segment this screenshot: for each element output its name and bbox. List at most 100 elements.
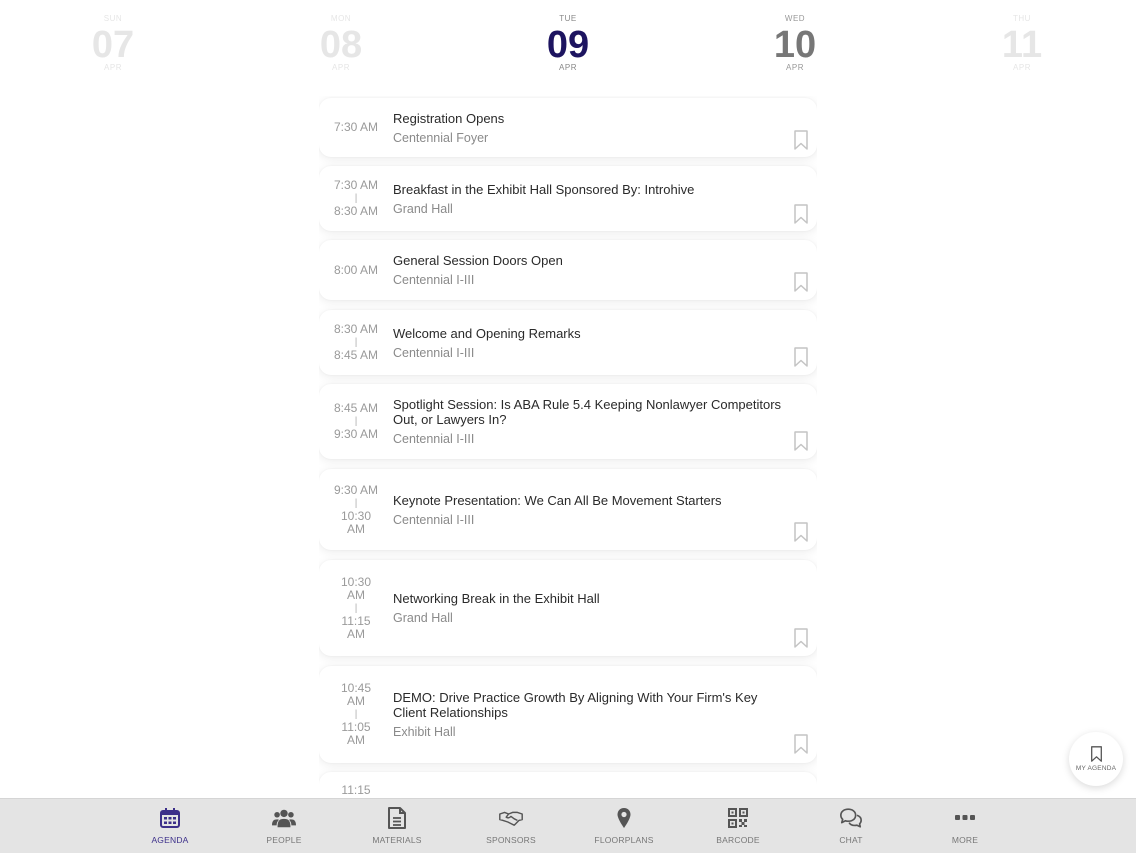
session-card[interactable]: 7:30 AM Registration Opens Centennial Fo… [319, 98, 817, 157]
document-icon [385, 806, 409, 830]
session-card[interactable]: 11:15 [319, 772, 817, 798]
session-card[interactable]: 8:30 AM | 8:45 AM Welcome and Opening Re… [319, 310, 817, 375]
start-time: 10:45 AM [340, 681, 372, 708]
time-separator: | [354, 602, 358, 614]
more-icon [953, 806, 977, 830]
tab-more[interactable]: MORE [915, 799, 1015, 853]
end-time: 9:30 AM [333, 427, 379, 441]
session-title: Welcome and Opening Remarks [393, 326, 581, 341]
tab-agenda[interactable]: AGENDA [120, 799, 220, 853]
start-time: 8:30 AM [333, 322, 379, 336]
session-title: DEMO: Drive Practice Growth By Aligning … [393, 690, 758, 720]
day-number: 09 [546, 24, 590, 66]
session-title: Keynote Presentation: We Can All Be Move… [393, 493, 722, 508]
session-info: Registration Opens Centennial Foyer [393, 111, 793, 145]
session-time: 8:45 AM | 9:30 AM [327, 384, 385, 459]
session-card[interactable]: 8:45 AM | 9:30 AM Spotlight Session: Is … [319, 384, 817, 459]
session-time: 10:45 AM | 11:05 AM [327, 666, 385, 763]
end-time: 11:05 AM [341, 720, 371, 747]
session-location: Grand Hall [393, 611, 453, 625]
date-tue-09-selected[interactable]: Tue 09 Apr [508, 14, 628, 72]
session-info: General Session Doors Open Centennial I-… [393, 253, 793, 287]
session-location: Centennial I-III [393, 513, 475, 527]
date-wed-10[interactable]: Wed 10 Apr [735, 14, 855, 72]
tab-label: MORE [951, 835, 979, 845]
start-time: 10:30 AM [340, 574, 372, 602]
qr-code-icon [726, 806, 750, 830]
session-card[interactable]: 10:45 AM | 11:05 AM DEMO: Drive Practice… [319, 666, 817, 763]
tab-sponsors[interactable]: SPONSORS [461, 799, 561, 853]
day-of-week: Mon [330, 14, 352, 23]
bookmark-icon[interactable] [793, 431, 809, 451]
session-title: Breakfast in the Exhibit Hall Sponsored … [393, 182, 695, 197]
day-of-week: Thu [1013, 14, 1031, 23]
tab-label: BARCODE [716, 835, 760, 845]
session-title: Networking Break in the Exhibit Hall [393, 591, 600, 606]
tab-label: MATERIALS [372, 835, 422, 845]
my-agenda-button[interactable]: MY AGENDA [1069, 732, 1123, 786]
month: Apr [786, 63, 804, 72]
session-list: 7:30 AM Registration Opens Centennial Fo… [319, 96, 817, 798]
session-time: 9:30 AM | 10:30 AM [327, 469, 385, 550]
end-time: 8:45 AM [333, 348, 379, 362]
tab-chat[interactable]: CHAT [801, 799, 901, 853]
bookmark-icon [1090, 746, 1102, 762]
session-card[interactable]: 7:30 AM | 8:30 AM Breakfast in the Exhib… [319, 166, 817, 231]
bookmark-icon[interactable] [793, 204, 809, 224]
session-title: General Session Doors Open [393, 253, 563, 268]
month: Apr [1013, 63, 1031, 72]
session-info: Welcome and Opening Remarks Centennial I… [393, 326, 793, 360]
session-info: Networking Break in the Exhibit Hall Gra… [393, 591, 793, 625]
tab-materials[interactable]: MATERIALS [347, 799, 447, 853]
session-card[interactable]: 8:00 AM General Session Doors Open Cente… [319, 240, 817, 300]
start-time: 9:30 AM [333, 482, 379, 497]
session-location: Centennial I-III [393, 432, 475, 446]
bookmark-icon[interactable] [793, 130, 809, 150]
day-number: 08 [319, 24, 363, 66]
bottom-navigation: AGENDA PEOPLE MATERIALS SPONSORS FLOORPL… [0, 798, 1136, 853]
tab-label: FLOORPLANS [594, 835, 654, 845]
handshake-icon [499, 806, 523, 830]
month: Apr [104, 63, 122, 72]
bookmark-icon[interactable] [793, 734, 809, 754]
bookmark-icon[interactable] [793, 628, 809, 648]
bookmark-icon[interactable] [793, 522, 809, 542]
start-time: 8:45 AM [333, 401, 379, 415]
tab-label: AGENDA [151, 835, 189, 845]
session-time: 8:30 AM | 8:45 AM [327, 310, 385, 375]
chat-icon [839, 806, 863, 830]
tab-people[interactable]: PEOPLE [234, 799, 334, 853]
map-pin-icon [612, 806, 636, 830]
bookmark-icon[interactable] [793, 347, 809, 367]
session-location: Centennial I-III [393, 273, 475, 287]
start-time: 7:30 AM [333, 120, 379, 134]
session-location: Exhibit Hall [393, 725, 456, 739]
session-info: DEMO: Drive Practice Growth By Aligning … [393, 690, 793, 739]
tab-barcode[interactable]: BARCODE [688, 799, 788, 853]
session-info: Breakfast in the Exhibit Hall Sponsored … [393, 182, 793, 216]
session-location: Grand Hall [393, 202, 453, 216]
tab-label: CHAT [839, 835, 863, 845]
bookmark-icon[interactable] [793, 272, 809, 292]
end-time: 8:30 AM [333, 204, 379, 218]
date-sun-07[interactable]: Sun 07 Apr [53, 14, 173, 72]
date-thu-11[interactable]: Thu 11 Apr [962, 14, 1082, 72]
session-card[interactable]: 10:30 AM | 11:15 AM Networking Break in … [319, 560, 817, 656]
start-time: 11:15 [341, 783, 371, 797]
tab-label: PEOPLE [266, 835, 302, 845]
session-title: Registration Opens [393, 111, 505, 126]
date-selector: Sun 07 Apr Mon 08 Apr Tue 09 Apr Wed 10 … [0, 0, 1136, 90]
day-number: 10 [773, 24, 817, 66]
start-time: 7:30 AM [333, 178, 379, 192]
session-location: Centennial Foyer [393, 131, 489, 145]
start-time: 8:00 AM [333, 262, 379, 277]
tab-floorplans[interactable]: FLOORPLANS [574, 799, 674, 853]
session-card[interactable]: 9:30 AM | 10:30 AM Keynote Presentation:… [319, 469, 817, 550]
session-location: Centennial I-III [393, 346, 475, 360]
session-time: 8:00 AM [327, 240, 385, 300]
end-time: 11:15 AM [341, 613, 371, 641]
day-of-week: Wed [784, 14, 806, 23]
session-time: 10:30 AM | 11:15 AM [327, 560, 385, 656]
session-info: Spotlight Session: Is ABA Rule 5.4 Keepi… [393, 397, 793, 446]
date-mon-08[interactable]: Mon 08 Apr [281, 14, 401, 72]
